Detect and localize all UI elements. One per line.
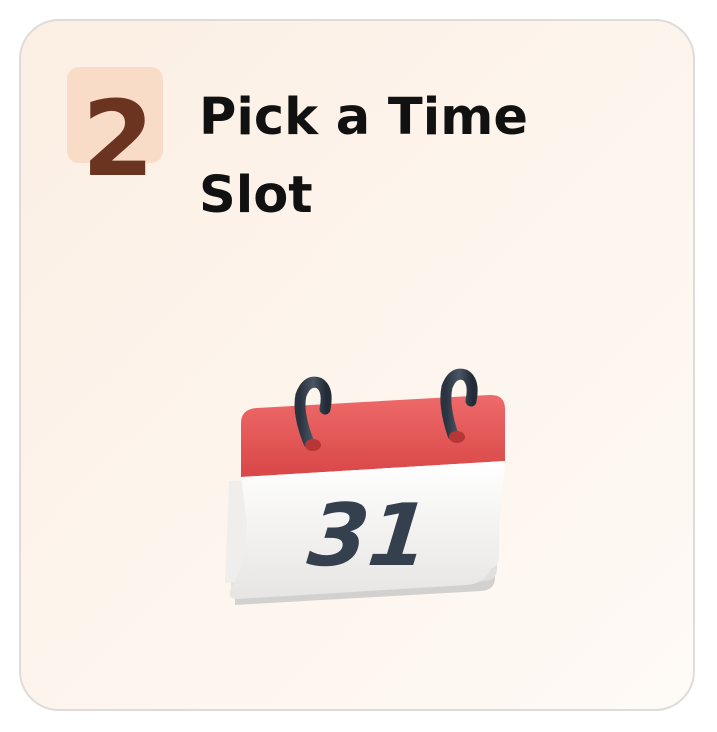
- step-card: 2 Pick a Time Slot 31: [19, 19, 695, 711]
- step-number: 2: [81, 78, 155, 200]
- step-title: Pick a Time Slot: [199, 88, 528, 225]
- calendar-date-number: 31: [304, 486, 434, 586]
- calendar-icon: 31: [197, 343, 517, 653]
